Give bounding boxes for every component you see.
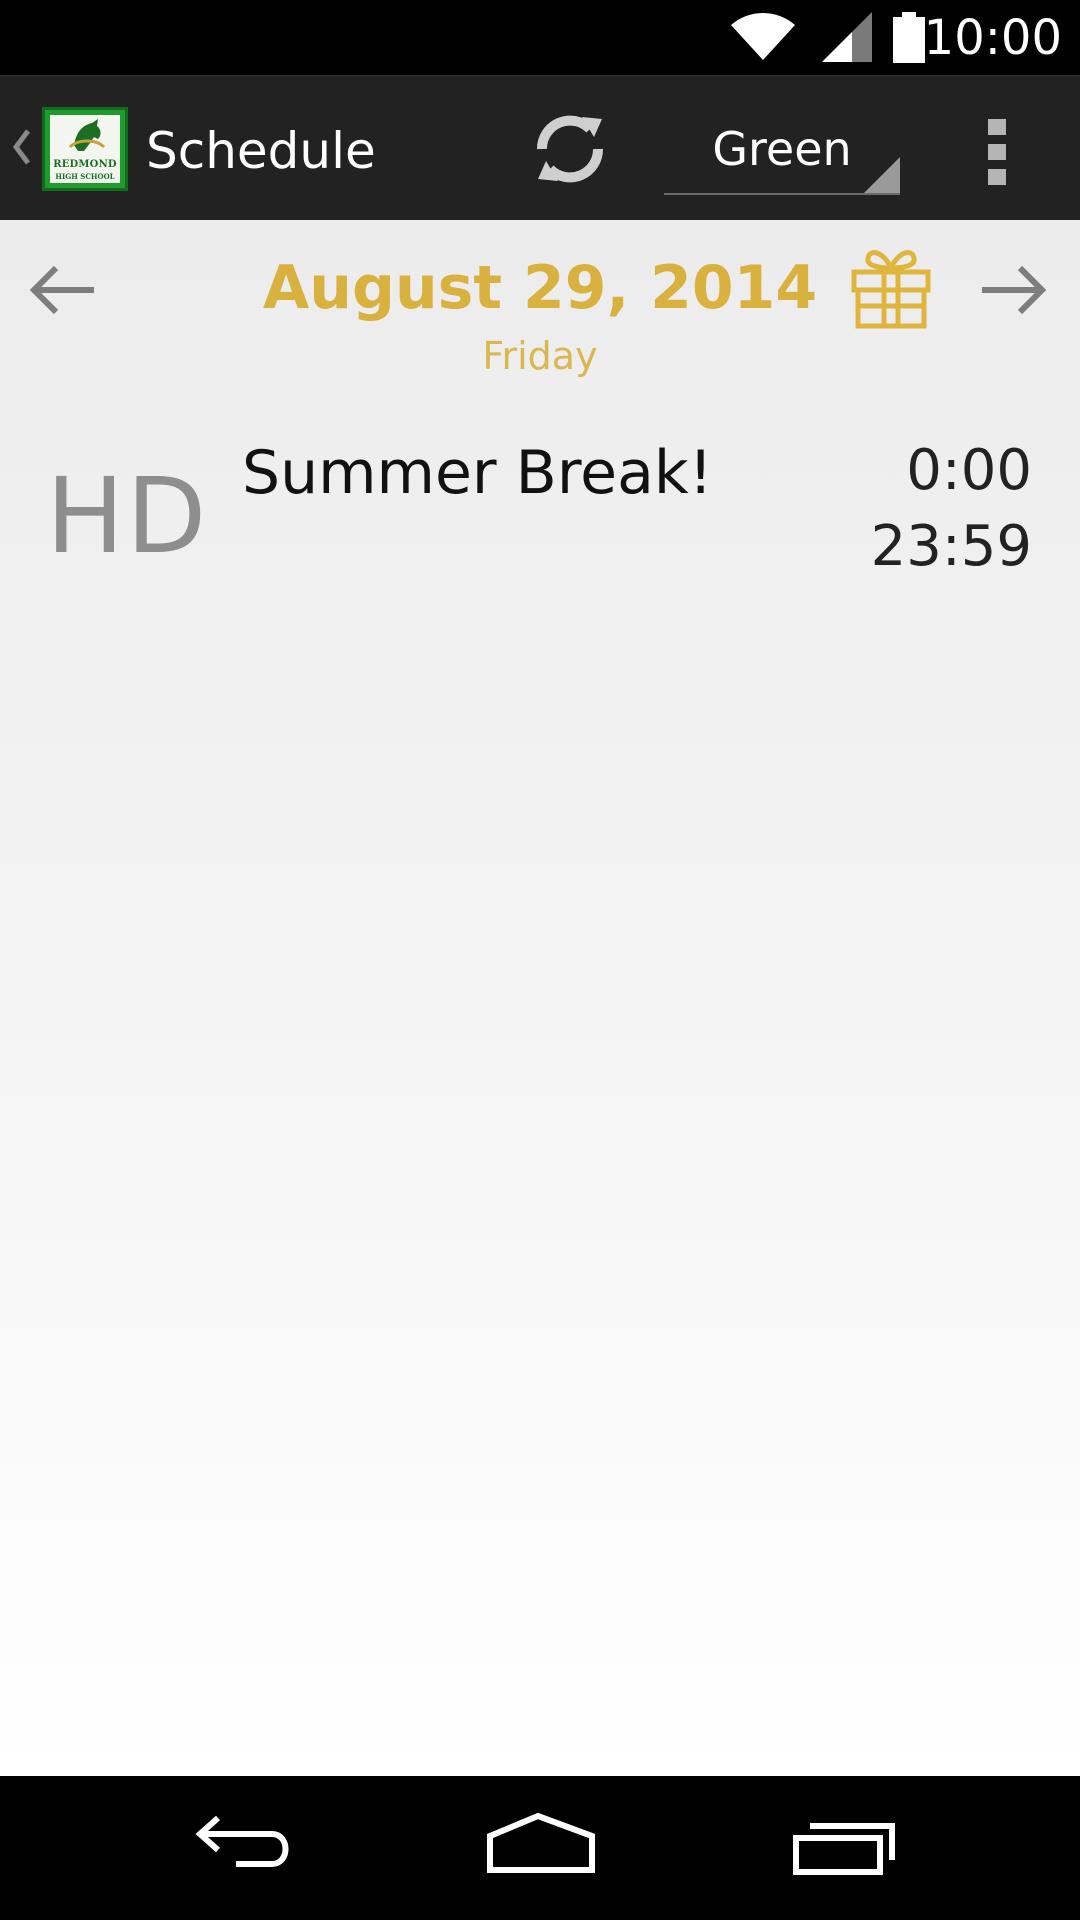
date-title: August 29, 2014 (262, 253, 818, 323)
status-bar: 10:00 (0, 0, 1080, 75)
battery-icon (893, 12, 925, 63)
recents-icon[interactable] (780, 1808, 900, 1888)
period-code: HD (46, 455, 209, 577)
schedule-row[interactable]: HD Summer Break! 0:00 23:59 (0, 420, 1080, 600)
mustang-icon (68, 119, 106, 151)
arrow-right-icon[interactable] (972, 250, 1052, 330)
logo-text-line2: HIGH SCHOOL (55, 172, 115, 181)
status-clock: 10:00 (923, 10, 1062, 66)
schedule-content: August 29, 2014 Friday HD Summer Break! … (0, 220, 1080, 1776)
back-icon[interactable] (180, 1808, 300, 1888)
home-icon[interactable] (480, 1808, 600, 1888)
up-caret-icon[interactable] (6, 117, 36, 177)
schedule-selector[interactable]: Green (664, 87, 900, 207)
logo-badge: REDMOND HIGH SCHOOL (50, 115, 120, 183)
navigation-bar (0, 1776, 1080, 1920)
gift-icon[interactable] (848, 244, 934, 330)
screen: 10:00 REDMOND HIGH SCHOOL Schedule Green… (0, 0, 1080, 1920)
event-name: Summer Break! (242, 438, 713, 508)
app-title: Schedule (146, 122, 376, 180)
app-logo[interactable]: REDMOND HIGH SCHOOL (42, 107, 128, 191)
arrow-left-icon[interactable] (24, 250, 104, 330)
end-time: 23:59 (870, 514, 1032, 579)
weekday-label: Friday (482, 334, 598, 378)
action-bar: REDMOND HIGH SCHOOL Schedule Green (0, 75, 1080, 220)
wifi-icon (731, 13, 795, 60)
start-time: 0:00 (906, 438, 1032, 503)
logo-text-line1: REDMOND (53, 159, 117, 170)
spinner-corner-icon (864, 157, 900, 193)
refresh-icon[interactable] (520, 99, 620, 199)
overflow-menu-icon[interactable] (970, 107, 1024, 197)
spinner-underline (664, 193, 900, 195)
signal-icon (822, 12, 872, 62)
